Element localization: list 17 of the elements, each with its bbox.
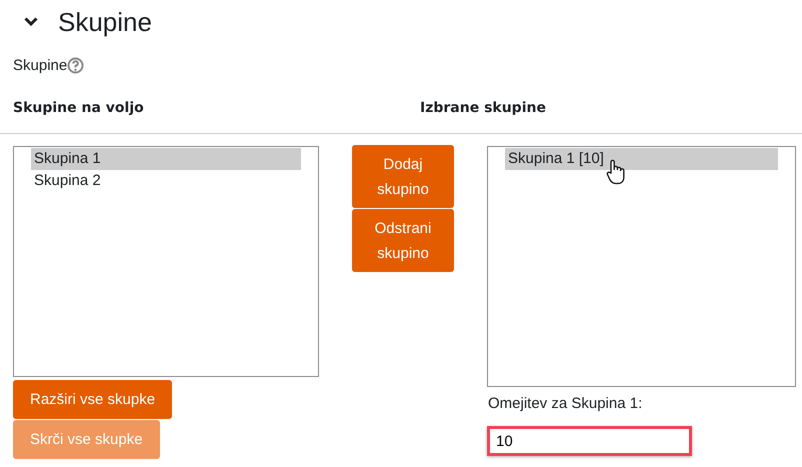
list-option[interactable]: Skupina 1 <box>31 148 301 170</box>
list-option[interactable]: Skupina 1 [10] <box>505 148 778 170</box>
tree-button[interactable]: Razširi vse skupke <box>13 380 172 419</box>
hand-cursor-icon <box>606 159 626 185</box>
chevron-icon[interactable] <box>24 17 38 27</box>
list-box[interactable]: Skupina 1 Skupina 2 <box>13 146 319 377</box>
limit-label: Omejitev za Skupina 1: <box>488 395 642 412</box>
list-option[interactable]: Skupina 2 <box>31 170 301 192</box>
action-button[interactable]: Dodaj skupino <box>352 145 454 208</box>
column-heading: Skupine na voljo <box>13 100 144 118</box>
limit-input-field[interactable]: 10 <box>487 426 692 456</box>
field-label: Skupine <box>13 56 68 74</box>
action-button[interactable]: Odstrani skupino <box>352 209 454 272</box>
help-icon[interactable] <box>67 56 84 74</box>
section-title: Skupine <box>58 6 152 38</box>
column-heading: Izbrane skupine <box>420 100 546 118</box>
list-box[interactable]: Skupina 1 [10] <box>487 146 796 387</box>
